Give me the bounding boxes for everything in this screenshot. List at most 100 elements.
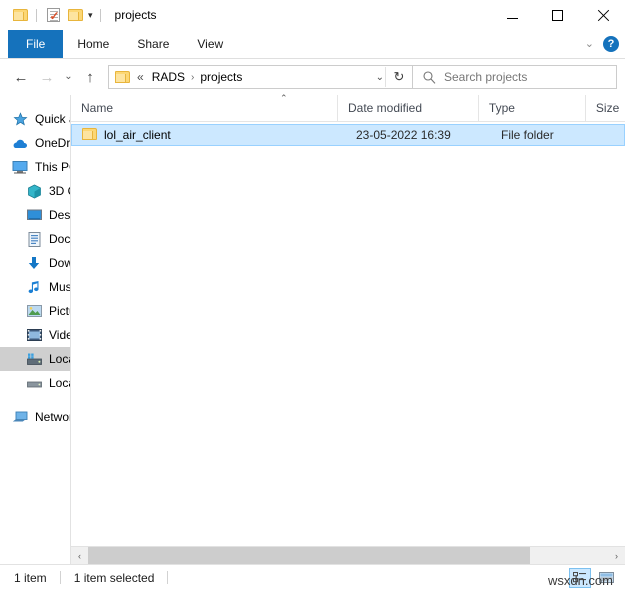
- sidebar-item-label: This PC: [35, 160, 70, 174]
- sidebar-item-label: Pictures: [49, 304, 70, 318]
- details-view-button[interactable]: [569, 567, 591, 588]
- sidebar-item-label: OneDrive: [35, 136, 70, 150]
- main-area: Quick access OneDrive: [0, 93, 625, 564]
- file-name-label: lol_air_client: [104, 128, 171, 142]
- breadcrumb-separator-1: ›: [191, 71, 195, 83]
- status-bar: 1 item 1 item selected wsxdn.com: [0, 564, 625, 590]
- breadcrumb-rads[interactable]: RADS: [151, 70, 186, 84]
- address-bar[interactable]: « › RADS › projects ⌄ ↻: [108, 65, 413, 89]
- column-header-date-modified[interactable]: Date modified: [338, 95, 479, 121]
- file-list[interactable]: lol_air_client 23-05-2022 16:39 File fol…: [71, 122, 625, 546]
- status-divider-2: [167, 571, 169, 584]
- minimize-icon: [507, 17, 518, 19]
- table-row[interactable]: lol_air_client 23-05-2022 16:39 File fol…: [71, 124, 625, 146]
- sidebar-item-this-pc[interactable]: This PC: [0, 155, 70, 179]
- new-folder-icon[interactable]: [64, 4, 86, 26]
- video-icon: [26, 327, 42, 343]
- sidebar-item-3d-objects[interactable]: 3D Objects: [0, 179, 70, 203]
- tab-home[interactable]: Home: [63, 30, 123, 58]
- sidebar-item-label: 3D Objects: [49, 184, 70, 198]
- search-box[interactable]: Search projects: [413, 65, 617, 89]
- ribbon-right-controls: ⌄ ?: [585, 30, 619, 58]
- minimize-button[interactable]: [490, 0, 535, 30]
- star-icon: [12, 111, 28, 127]
- properties-icon[interactable]: ✓: [42, 4, 64, 26]
- ribbon-tab-bar: File Home Share View ⌄ ?: [0, 30, 625, 59]
- search-input[interactable]: Search projects: [444, 70, 527, 84]
- file-name-cell: lol_air_client: [72, 127, 346, 143]
- cloud-icon: [12, 135, 28, 151]
- breadcrumb-overflow[interactable]: «: [136, 70, 145, 84]
- help-icon[interactable]: ?: [603, 36, 619, 52]
- sidebar-item-documents[interactable]: Documents: [0, 227, 70, 251]
- maximize-icon: [552, 9, 563, 21]
- scroll-right-arrow-icon[interactable]: ›: [608, 547, 625, 564]
- column-header-size[interactable]: Size: [586, 95, 625, 121]
- back-button[interactable]: ←: [8, 64, 34, 90]
- scrollbar-track[interactable]: [88, 547, 608, 564]
- refresh-icon[interactable]: ↻: [386, 66, 412, 88]
- status-divider-1: [59, 571, 61, 584]
- expand-ribbon-chevron-down-icon[interactable]: ⌄: [585, 38, 594, 50]
- picture-icon: [26, 303, 42, 319]
- navigation-pane: Quick access OneDrive: [0, 95, 70, 564]
- title-bar: ✓ ▾ projects: [0, 0, 625, 30]
- sidebar-item-downloads[interactable]: Downloads: [0, 251, 70, 275]
- music-icon: [26, 279, 42, 295]
- window-title: projects: [114, 8, 157, 22]
- sidebar-item-label: Quick access: [35, 112, 70, 126]
- document-icon: [26, 231, 42, 247]
- monitor-icon: [12, 159, 28, 175]
- scroll-left-arrow-icon[interactable]: ‹: [71, 547, 88, 564]
- column-header-type[interactable]: Type: [479, 95, 586, 121]
- address-folder-icon: [115, 71, 130, 83]
- sidebar-item-network[interactable]: Network: [0, 405, 70, 429]
- download-icon: [26, 255, 42, 271]
- file-type-cell: File folder: [501, 128, 554, 142]
- recent-locations-button[interactable]: ⌄: [60, 64, 77, 90]
- view-mode-buttons: [569, 567, 617, 588]
- column-header-name[interactable]: Name: [71, 95, 338, 121]
- sidebar-item-onedrive[interactable]: OneDrive: [0, 131, 70, 155]
- tab-share[interactable]: Share: [123, 30, 183, 58]
- sidebar-item-desktop[interactable]: Desktop: [0, 203, 70, 227]
- qat-divider-1: [36, 8, 37, 22]
- sidebar-item-label: Desktop: [49, 208, 70, 222]
- address-toolbar: ← → ⌄ ↑ « › RADS › projects ⌄ ↻ Search p…: [0, 59, 625, 95]
- desktop-icon: [26, 207, 42, 223]
- breadcrumb-projects[interactable]: projects: [199, 70, 243, 84]
- window-controls: [490, 0, 625, 30]
- tab-file[interactable]: File: [8, 30, 64, 58]
- maximize-button[interactable]: [535, 0, 580, 30]
- sidebar-item-quick-access[interactable]: Quick access: [0, 107, 70, 131]
- file-explorer-window: ✓ ▾ projects File Home Share View ⌄ ? ← …: [0, 0, 625, 590]
- address-dropdown-chevron-down-icon[interactable]: ⌄: [376, 72, 384, 83]
- folder-icon: [82, 127, 97, 143]
- sidebar-item-pictures[interactable]: Pictures: [0, 299, 70, 323]
- sidebar-item-label: Network: [35, 410, 70, 424]
- network-icon: [12, 409, 28, 425]
- close-button[interactable]: [580, 0, 625, 30]
- qat-divider-2: [99, 8, 101, 22]
- explorer-folder-icon[interactable]: [9, 4, 31, 26]
- sidebar-item-local-disk-d[interactable]: Local Disk (D:): [0, 371, 70, 395]
- forward-button: →: [39, 68, 55, 86]
- file-date-cell: 23-05-2022 16:39: [356, 128, 451, 142]
- sidebar-item-label: Local Disk (D:): [49, 376, 70, 390]
- up-button[interactable]: ↑: [77, 64, 103, 90]
- column-headers: Name Date modified Type Size ⌃: [71, 93, 625, 122]
- selection-count-label: 1 item selected: [73, 570, 155, 585]
- scrollbar-thumb[interactable]: [88, 547, 530, 564]
- sidebar-item-local-disk-c[interactable]: Local Disk (C:): [0, 347, 70, 371]
- sidebar-item-videos[interactable]: Videos: [0, 323, 70, 347]
- large-icons-view-button[interactable]: [595, 568, 617, 588]
- horizontal-scrollbar[interactable]: ‹ ›: [71, 546, 625, 564]
- quick-access-toolbar: ✓ ▾: [0, 4, 106, 26]
- large-icons-view-icon: [598, 571, 614, 583]
- item-count-label: 1 item: [14, 570, 47, 585]
- cube-icon: [26, 183, 42, 199]
- sort-ascending-icon: ⌃: [280, 93, 288, 103]
- chevron-down-icon[interactable]: ▾: [86, 10, 95, 20]
- tab-view[interactable]: View: [183, 30, 237, 58]
- sidebar-item-music[interactable]: Music: [0, 275, 70, 299]
